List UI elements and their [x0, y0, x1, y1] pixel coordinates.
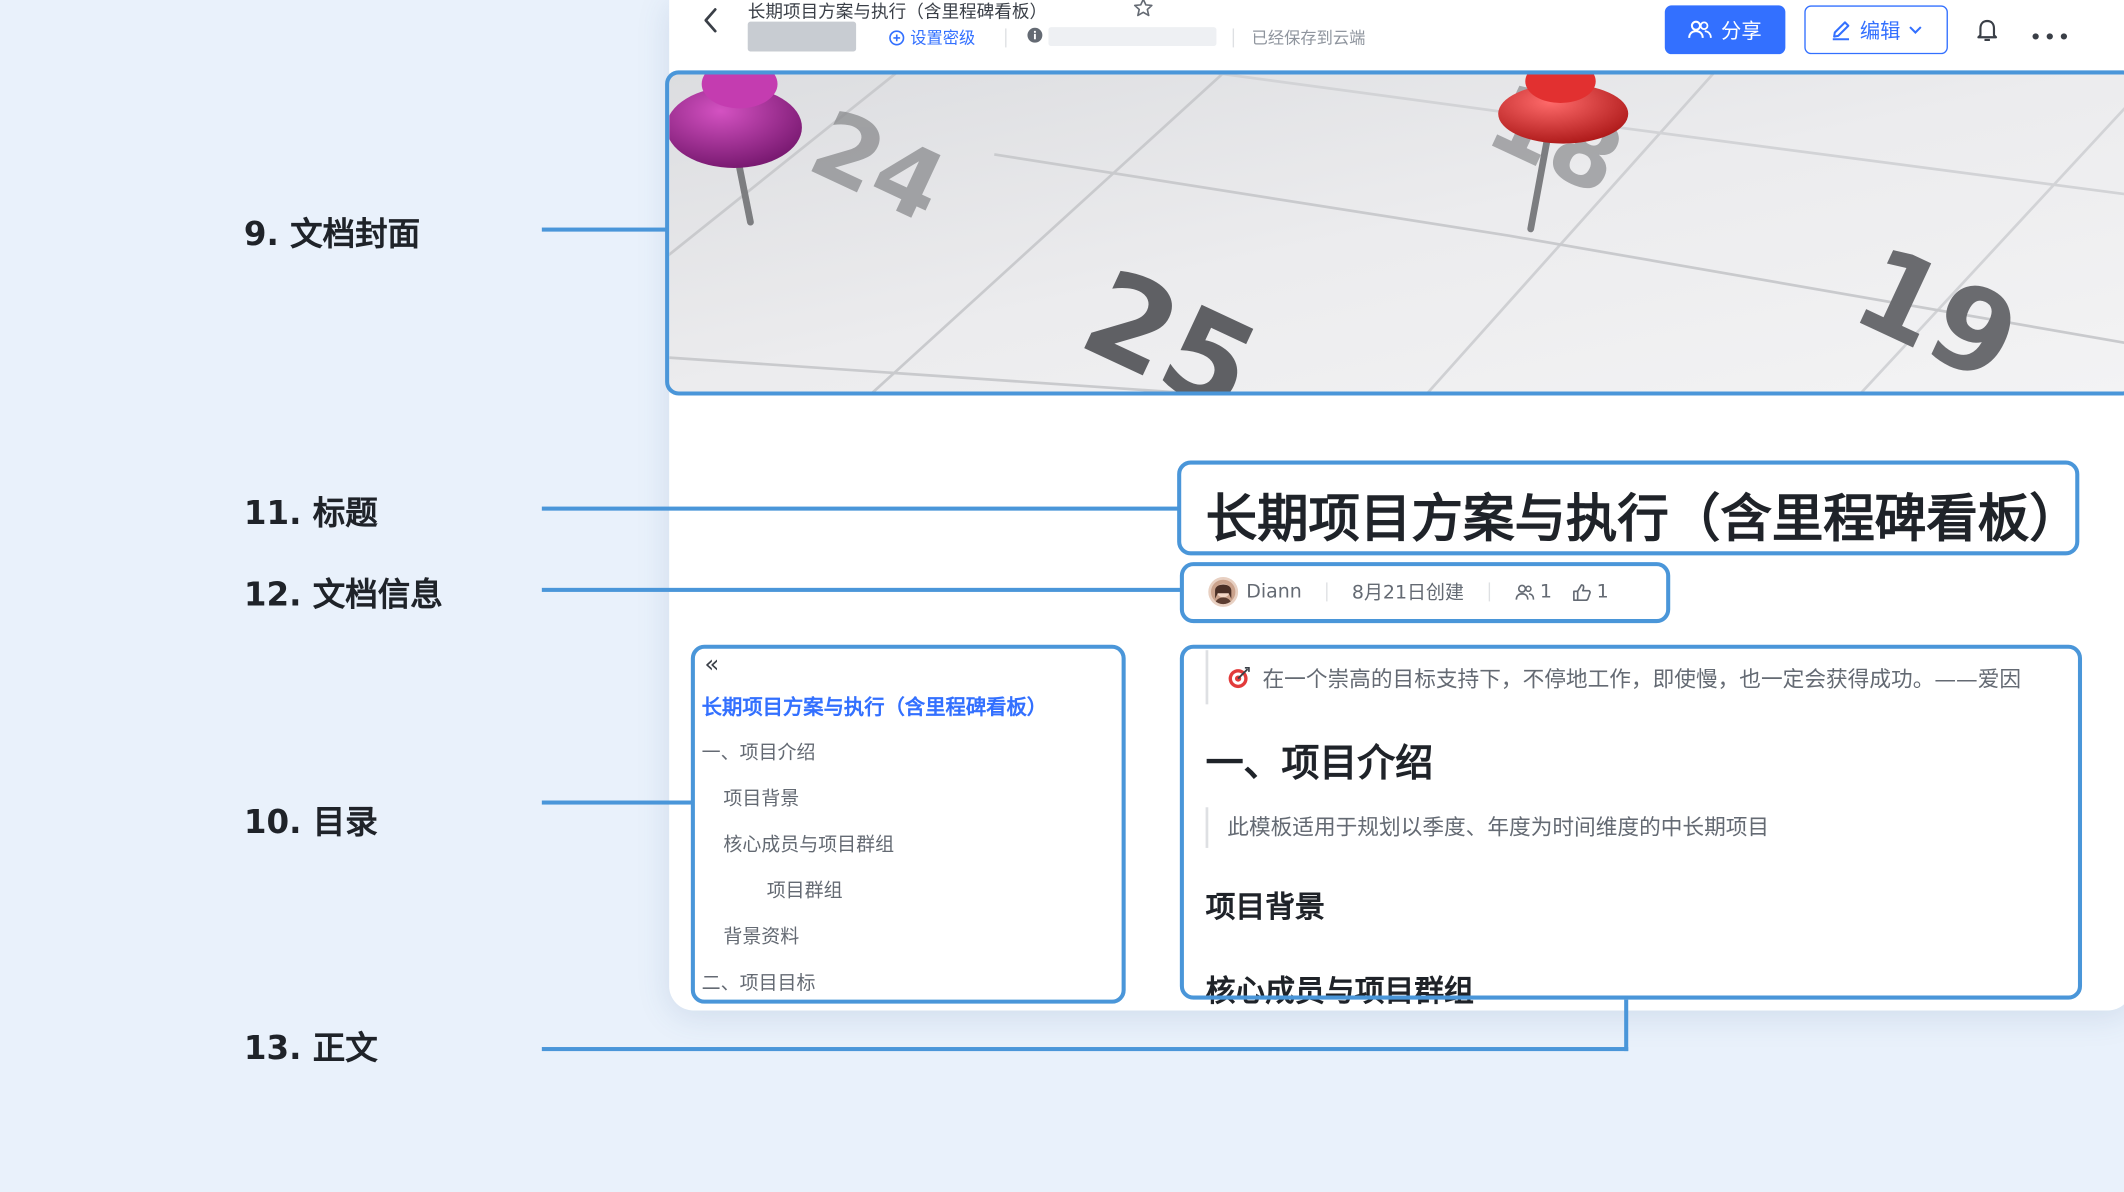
connector-line — [541, 800, 693, 805]
edit-label: 编辑 — [1859, 18, 1901, 43]
annotation-label: 11. 标题 — [243, 494, 378, 533]
connector-line — [541, 1047, 1629, 1052]
security-level-link[interactable]: 设置密级 — [889, 26, 976, 49]
connector-line — [1624, 999, 1629, 1052]
more-icon[interactable]: ••• — [2029, 24, 2071, 50]
share-label: 分享 — [1720, 18, 1762, 43]
info-placeholder — [1048, 27, 1217, 47]
bell-icon[interactable] — [1974, 16, 2001, 43]
save-status: 已经保存到云端 — [1251, 28, 1366, 48]
info-highlight-box — [1179, 562, 1671, 624]
annotation-label: 9. 文档封面 — [243, 215, 421, 254]
owner-placeholder — [747, 21, 857, 52]
connector-line — [541, 506, 1179, 511]
security-level-label: 设置密级 — [910, 28, 976, 48]
users-icon — [1688, 20, 1713, 39]
connector-line — [541, 227, 668, 232]
document-topbar: 长期项目方案与执行（含里程碑看板） 设置密级 已经保存到云端 分享 编辑 ••• — [669, 0, 2124, 68]
annotation-label: 10. 目录 — [243, 803, 378, 842]
chevron-down-icon — [1909, 26, 1922, 34]
toc-highlight-box — [690, 644, 1126, 1004]
divider — [1232, 28, 1235, 48]
divider — [1005, 28, 1007, 48]
star-icon[interactable] — [1132, 0, 1154, 19]
annotation-label: 13. 正文 — [243, 1029, 378, 1068]
pencil-icon — [1832, 21, 1850, 41]
connector-line — [541, 587, 1182, 592]
annotation-label: 12. 文档信息 — [243, 575, 443, 614]
cover-highlight-box — [665, 70, 2124, 396]
share-button[interactable]: 分享 — [1664, 5, 1786, 55]
title-highlight-box — [1177, 460, 2080, 556]
edit-button[interactable]: 编辑 — [1804, 5, 1948, 55]
topbar-doc-title[interactable]: 长期项目方案与执行（含里程碑看板） — [748, 0, 1047, 23]
back-arrow-icon[interactable] — [699, 5, 723, 35]
info-icon[interactable] — [1027, 27, 1043, 43]
body-highlight-box — [1179, 644, 2083, 1000]
security-icon — [889, 29, 905, 45]
